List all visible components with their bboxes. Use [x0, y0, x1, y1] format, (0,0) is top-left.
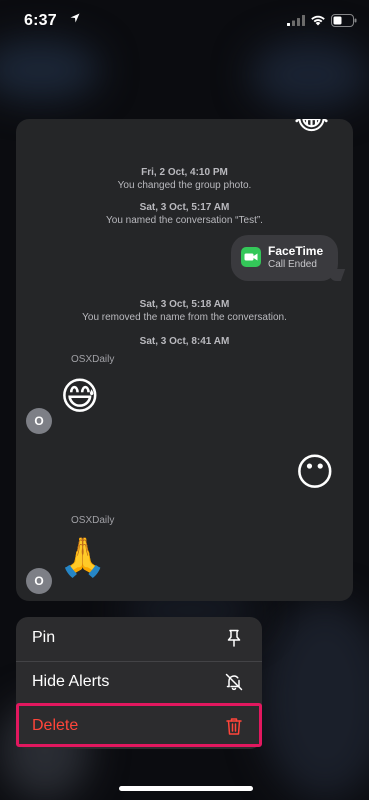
event-text: You removed the name from the conversati…	[82, 312, 287, 323]
emoji-message: 😂	[294, 119, 330, 136]
event-date: Sat, 3 Oct, 5:17 AM	[139, 202, 230, 213]
menu-item-label: Pin	[32, 629, 56, 646]
menu-item-pin[interactable]: Pin	[16, 617, 262, 661]
battery-icon	[331, 14, 357, 27]
event-date: Sat, 3 Oct, 5:18 AM	[139, 299, 230, 310]
event-date: Fri, 2 Oct, 4:10 PM	[141, 167, 228, 178]
bell-slash-icon	[225, 673, 243, 691]
sender-name: OSXDaily	[71, 354, 115, 365]
event-text: You changed the group photo.	[117, 180, 252, 191]
status-bar: 6:37	[0, 0, 369, 44]
sender-name: OSXDaily	[71, 515, 115, 526]
home-indicator[interactable]	[119, 786, 253, 791]
conversation-preview: 😂 Fri, 2 Oct, 4:10 PM You changed the gr…	[16, 119, 353, 601]
menu-item-hide-alerts[interactable]: Hide Alerts	[16, 661, 262, 705]
emoji-message[interactable]: 😅	[60, 378, 100, 416]
menu-item-label: Hide Alerts	[32, 673, 110, 690]
cellular-signal-icon	[287, 15, 305, 26]
facetime-icon	[241, 247, 261, 267]
pin-icon	[227, 629, 241, 647]
delete-highlight-box	[16, 703, 262, 747]
event-date: Sat, 3 Oct, 8:41 AM	[139, 336, 230, 347]
avatar[interactable]: O	[26, 408, 52, 434]
system-event: Sat, 3 Oct, 5:18 AM You removed the name…	[16, 298, 353, 324]
system-event: Sat, 3 Oct, 5:17 AM You named the conver…	[16, 201, 353, 227]
wifi-icon	[311, 15, 325, 26]
facetime-subtitle: Call Ended	[268, 259, 317, 270]
event-text: You named the conversation “Test”.	[106, 215, 263, 226]
avatar[interactable]: O	[26, 568, 52, 594]
emoji-message[interactable]: 🙏	[59, 539, 106, 577]
location-arrow-icon	[70, 13, 80, 23]
status-time: 6:37	[24, 12, 57, 29]
system-event: Fri, 2 Oct, 4:10 PM You changed the grou…	[16, 166, 353, 192]
system-event: Sat, 3 Oct, 8:41 AM	[16, 335, 353, 348]
facetime-bubble[interactable]: FaceTime Call Ended	[231, 235, 338, 281]
bubble-tail	[326, 269, 346, 281]
emoji-message[interactable]: 😶	[295, 454, 335, 492]
facetime-title: FaceTime	[268, 244, 324, 258]
